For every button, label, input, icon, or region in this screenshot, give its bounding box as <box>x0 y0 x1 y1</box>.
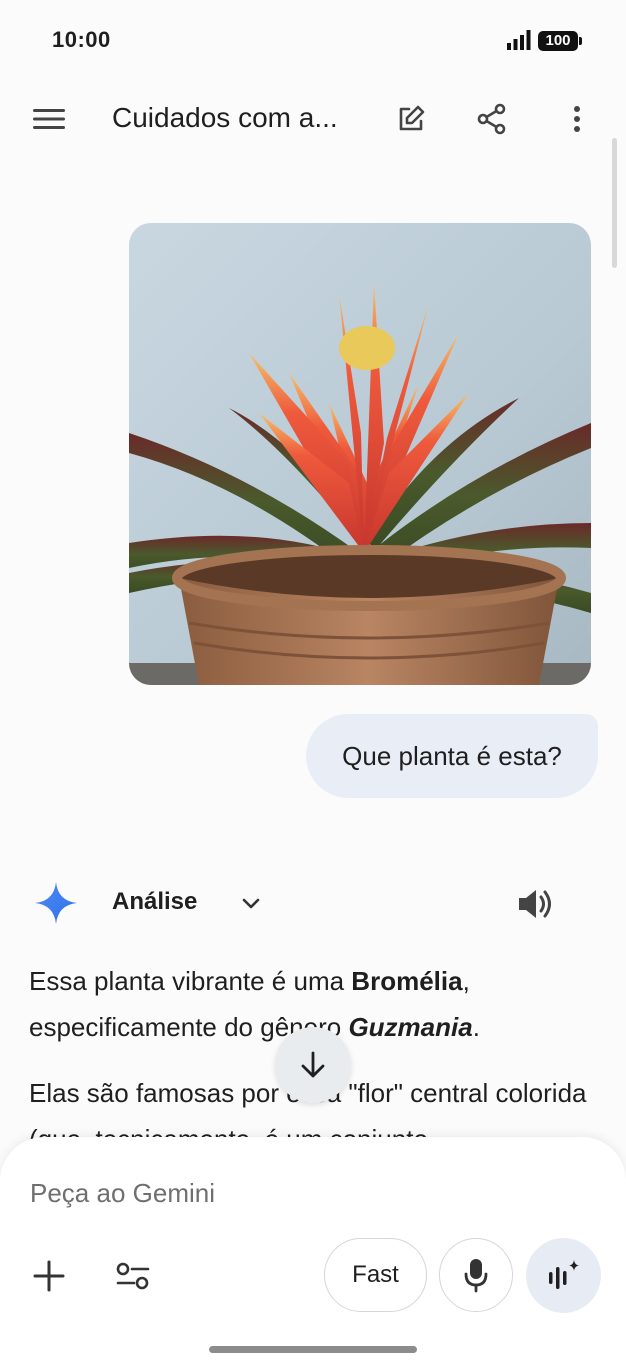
bromeliad-photo <box>129 223 591 685</box>
tools-icon <box>116 1262 150 1290</box>
gemini-chat-screen: 10:00 100 Cuidados com a... Que planta é… <box>0 0 626 1366</box>
live-icon <box>548 1259 579 1289</box>
user-uploaded-image[interactable] <box>129 223 591 685</box>
status-time: 10:00 <box>52 27 111 52</box>
plus-icon <box>33 1260 65 1292</box>
fast-mode-button[interactable]: Fast <box>324 1238 427 1312</box>
signal-icon <box>507 30 531 50</box>
more-options-button[interactable] <box>554 96 600 142</box>
share-button[interactable] <box>469 96 515 142</box>
prompt-input[interactable] <box>30 1173 590 1213</box>
edit-icon <box>399 105 425 131</box>
gemini-star-icon <box>35 882 77 924</box>
mic-icon <box>464 1259 488 1293</box>
share-icon <box>477 103 506 135</box>
home-indicator[interactable] <box>209 1346 417 1353</box>
more-vert-icon <box>574 106 580 132</box>
chevron-down-icon[interactable] <box>238 890 264 916</box>
add-attachment-button[interactable] <box>26 1253 72 1299</box>
top-app-bar: Cuidados com a... <box>0 80 626 158</box>
microphone-button[interactable] <box>439 1238 513 1312</box>
menu-icon <box>33 109 65 129</box>
user-prompt-bubble[interactable]: Que planta é esta? <box>306 714 598 798</box>
tools-button[interactable] <box>110 1253 156 1299</box>
menu-button[interactable] <box>24 96 74 142</box>
model-mode-label[interactable]: Análise <box>112 888 197 916</box>
chat-title[interactable]: Cuidados com a... <box>112 102 338 134</box>
battery-indicator: 100 <box>538 31 582 51</box>
arrow-down-icon <box>301 1051 325 1078</box>
scroll-to-bottom-button[interactable] <box>275 1027 351 1103</box>
prompt-input-sheet: Fast <box>0 1137 626 1366</box>
scrollbar-thumb[interactable] <box>612 138 617 268</box>
live-button[interactable] <box>526 1238 601 1313</box>
model-response-header: Análise <box>0 870 626 934</box>
status-bar: 10:00 100 <box>0 0 626 80</box>
new-chat-button[interactable] <box>388 96 434 142</box>
speaker-icon[interactable] <box>516 886 556 922</box>
